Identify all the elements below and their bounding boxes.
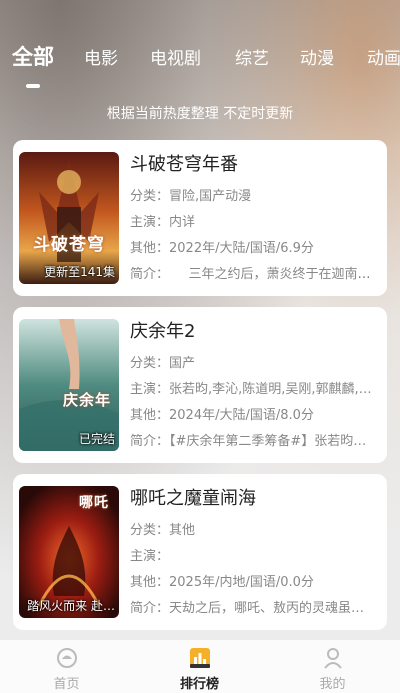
item-category: 分类：其他 [130,523,196,538]
poster-image[interactable]: 庆余年 已完结 [19,319,119,451]
tab-variety[interactable]: 综艺 [235,44,269,69]
nav-profile[interactable]: 我的 [266,640,399,693]
item-title[interactable]: 哪吒之魔童闹海 [130,484,256,510]
active-tab-indicator [26,84,40,88]
item-category: 分类：国产 [130,356,196,371]
nav-home-label: 首页 [53,677,80,692]
poster-title-art: 斗破苍穹 [33,235,105,255]
episode-badge: 更新至141集 [44,265,115,279]
status-badge: 已完结 [78,432,115,446]
item-other-info: 其他：2025年/内地/国语/0.0分 [130,575,314,590]
chart-icon [190,648,210,668]
item-title[interactable]: 斗破苍穹年番 [130,150,238,176]
item-intro: 简介： 三年之约后，萧炎终于在迦南学院见到了… [130,267,380,282]
ranking-item-card[interactable]: 哪吒 踏风火而来 赴… 哪吒之魔童闹海 分类：其他 主演： 其他：2025年/内… [13,474,387,630]
nav-ranking[interactable]: 排行榜 [133,640,266,693]
tagline-badge: 踏风火而来 赴… [27,599,115,613]
ranking-item-card[interactable]: 斗破苍穹 更新至141集 斗破苍穹年番 分类：冒险,国产动漫 主演：内详 其他：… [13,140,387,296]
poster-image[interactable]: 哪吒 踏风火而来 赴… [19,486,119,618]
tab-tv-series[interactable]: 电视剧 [150,44,201,69]
item-other-info: 其他：2022年/大陆/国语/6.9分 [130,241,314,256]
ranking-note: 根据当前热度整理 不定时更新 [106,106,294,122]
tab-movie[interactable]: 电影 [84,44,118,69]
item-category: 分类：冒险,国产动漫 [130,189,252,204]
tab-all[interactable]: 全部 [12,44,54,71]
item-cast: 主演：张若昀,李沁,陈道明,吴刚,郭麒麟,… [130,382,372,397]
poster-title-art: 庆余年 [63,391,112,409]
category-tabs: 全部 电影 电视剧 综艺 动漫 动画 [0,44,400,94]
item-intro: 简介：天劫之后，哪吒、敖丙的灵魂虽… [130,601,365,616]
bottom-navigation: 首页 排行榜 我的 [0,640,400,693]
item-other-info: 其他：2024年/大陆/国语/8.0分 [130,408,314,423]
nav-home[interactable]: 首页 [0,640,133,693]
user-icon [324,648,342,669]
home-icon [57,648,77,668]
item-title[interactable]: 庆余年2 [130,317,195,343]
ranking-item-card[interactable]: 庆余年 已完结 庆余年2 分类：国产 主演：张若昀,李沁,陈道明,吴刚,郭麒麟,… [13,307,387,463]
tab-animation[interactable]: 动画 [367,44,400,69]
poster-image[interactable]: 斗破苍穹 更新至141集 [19,152,119,284]
nav-profile-label: 我的 [319,677,346,692]
item-intro: 简介：【#庆余年第二季筹备#】张若昀… [130,434,367,449]
tab-anime[interactable]: 动漫 [300,44,334,69]
nav-ranking-label: 排行榜 [179,677,219,692]
poster-title-art: 哪吒 [79,495,109,511]
item-cast: 主演： [130,549,170,564]
item-cast: 主演：内详 [130,215,196,230]
